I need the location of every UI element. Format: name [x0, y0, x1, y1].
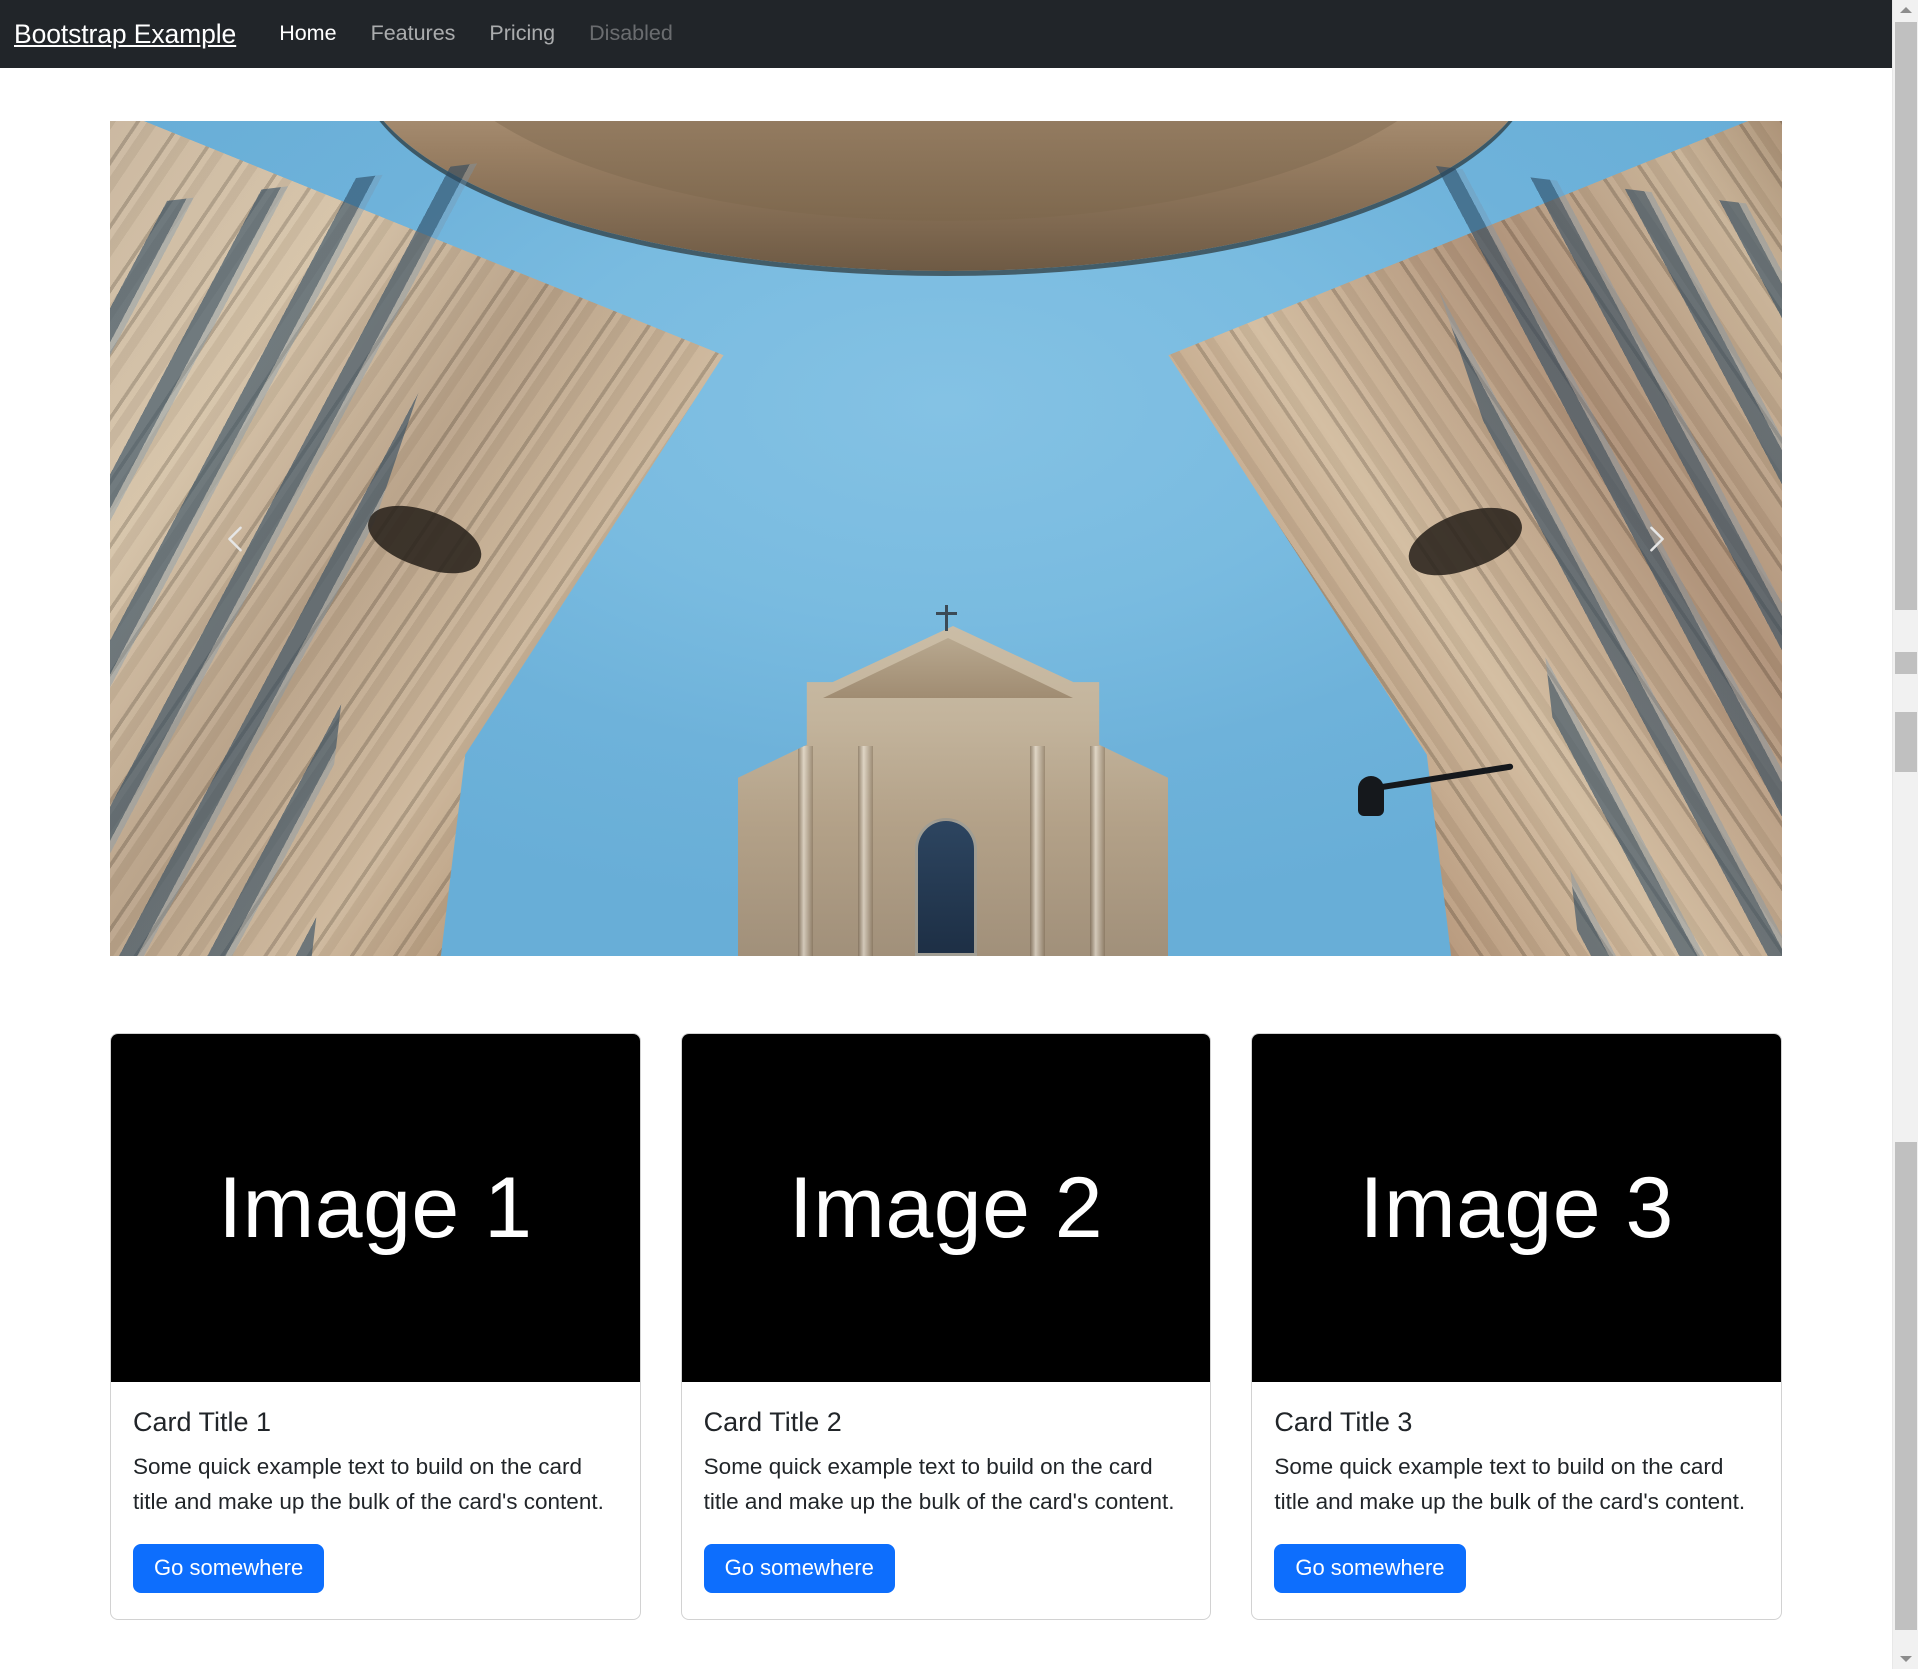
carousel-next-button[interactable] — [1531, 121, 1782, 956]
church-cross — [936, 605, 957, 631]
scrollbar-up-button[interactable] — [1893, 0, 1918, 20]
card-image-placeholder-1: Image 1 — [111, 1034, 640, 1382]
caret-down-icon — [1900, 1656, 1912, 1662]
page-content: Image 1 Card Title 1 Some quick example … — [0, 68, 1892, 1669]
card-image-placeholder-2: Image 2 — [681, 1034, 1211, 1382]
carousel-prev-button[interactable] — [110, 121, 361, 956]
go-somewhere-button-2[interactable]: Go somewhere — [703, 1543, 895, 1593]
chevron-right-icon — [1642, 524, 1672, 554]
vertical-scrollbar[interactable] — [1892, 0, 1918, 1669]
caret-up-icon — [1900, 7, 1912, 13]
card-image-placeholder-3: Image 3 — [1252, 1034, 1782, 1382]
scrollbar-marker-1[interactable] — [1895, 652, 1917, 674]
scrollbar-marker-2[interactable] — [1895, 712, 1917, 772]
go-somewhere-button-3[interactable]: Go somewhere — [1274, 1543, 1466, 1593]
chevron-left-icon — [220, 524, 250, 554]
nav-link-features[interactable]: Features — [354, 23, 473, 45]
navbar: Bootstrap Example Home Features Pricing … — [0, 0, 1892, 68]
scrollbar-thumb[interactable] — [1895, 22, 1917, 610]
street-lamp-head — [1358, 776, 1384, 816]
scrollbar-marker-3[interactable] — [1895, 1142, 1917, 1630]
card-text-1: Some quick example text to build on the … — [133, 1454, 604, 1515]
nav-link-disabled: Disabled — [589, 21, 673, 46]
card-text-2: Some quick example text to build on the … — [703, 1454, 1175, 1515]
church-door — [915, 818, 977, 956]
card-2: Image 2 Card Title 2 Some quick example … — [680, 1033, 1212, 1620]
card-text-3: Some quick example text to build on the … — [1274, 1454, 1746, 1515]
card-3: Image 3 Card Title 3 Some quick example … — [1251, 1033, 1783, 1620]
nav-link-home[interactable]: Home — [262, 23, 353, 45]
card-body-2: Card Title 2 Some quick example text to … — [682, 1382, 1211, 1619]
card-body-1: Card Title 1 Some quick example text to … — [111, 1382, 640, 1619]
card-title-1: Card Title 1 — [133, 1407, 272, 1437]
card-title-3: Card Title 3 — [1274, 1407, 1413, 1437]
navbar-links: Home Features Pricing Disabled — [262, 23, 690, 45]
card-1: Image 1 Card Title 1 Some quick example … — [110, 1033, 641, 1620]
go-somewhere-button-1[interactable]: Go somewhere — [133, 1543, 325, 1593]
nav-link-pricing[interactable]: Pricing — [472, 23, 572, 45]
navbar-brand[interactable]: Bootstrap Example — [14, 19, 236, 50]
card-title-2: Card Title 2 — [703, 1407, 842, 1437]
cards-row: Image 1 Card Title 1 Some quick example … — [110, 1033, 1783, 1620]
scrollbar-down-button[interactable] — [1893, 1649, 1918, 1669]
card-body-3: Card Title 3 Some quick example text to … — [1252, 1382, 1781, 1619]
carousel — [110, 121, 1782, 956]
